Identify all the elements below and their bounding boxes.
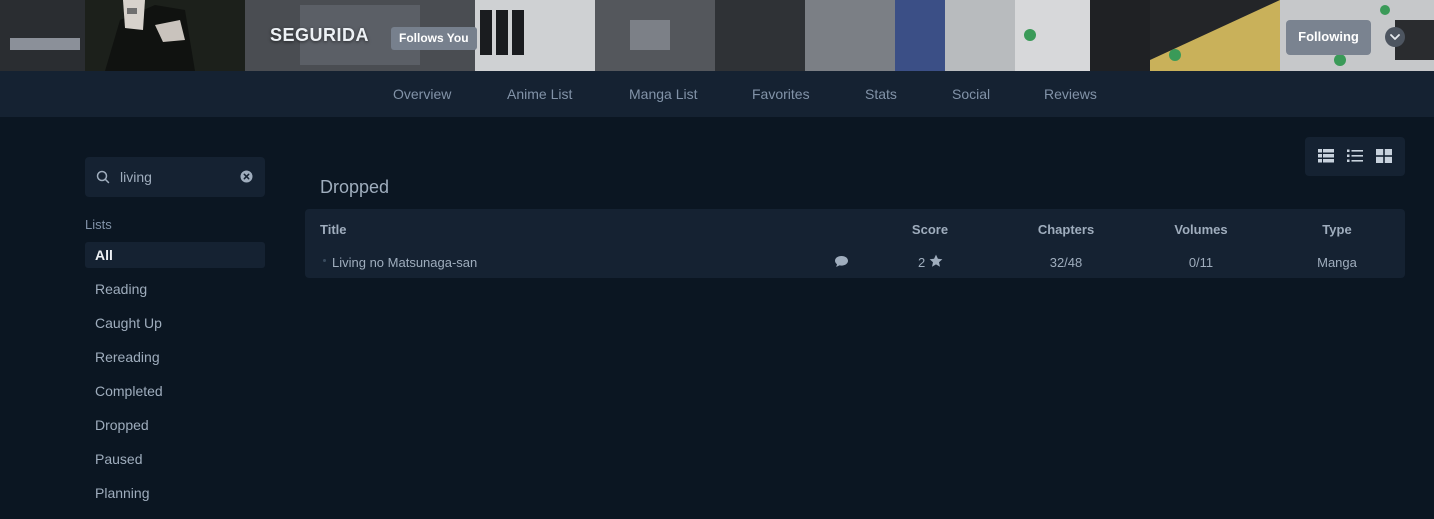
nav-stats[interactable]: Stats (865, 86, 897, 102)
list-filter-reading[interactable]: Reading (85, 276, 265, 302)
following-button[interactable]: Following (1286, 20, 1371, 55)
avatar[interactable] (85, 0, 245, 71)
list-filter-paused[interactable]: Paused (85, 446, 265, 472)
profile-nav: Overview Anime List Manga List Favorites… (0, 71, 1434, 117)
nav-favorites[interactable]: Favorites (752, 86, 810, 102)
list-view-icon[interactable] (1347, 149, 1363, 163)
avatar-image (85, 0, 245, 71)
media-list-table: Title Score Chapters Volumes Type Living… (305, 209, 1405, 278)
column-score: Score (911, 222, 949, 237)
entry-type: Manga (1317, 255, 1357, 270)
list-filter-rereading[interactable]: Rereading (85, 344, 265, 370)
clear-icon[interactable] (240, 170, 253, 183)
column-type: Type (1322, 222, 1352, 237)
section-title-dropped: Dropped (320, 177, 390, 197)
search-input[interactable] (120, 168, 230, 186)
profile-username: SEGURIDA (270, 25, 370, 45)
profile-menu-button[interactable] (1385, 27, 1405, 47)
column-volumes: Volumes (1174, 222, 1228, 237)
status-dot (323, 259, 326, 262)
follows-you-badge: Follows You (391, 27, 477, 50)
entry-volumes[interactable]: 0/11 (1189, 255, 1213, 270)
comment-icon[interactable] (834, 255, 849, 268)
entry-score: 2 (918, 255, 926, 270)
nav-reviews[interactable]: Reviews (1044, 86, 1097, 102)
nav-overview[interactable]: Overview (393, 86, 451, 102)
column-title: Title (320, 222, 347, 237)
grid-view-icon[interactable] (1376, 149, 1392, 163)
search-box (85, 157, 265, 197)
nav-social[interactable]: Social (952, 86, 990, 102)
list-filter-caught-up[interactable]: Caught Up (85, 310, 265, 336)
star-icon (929, 254, 943, 267)
view-toggle-group (1305, 137, 1405, 176)
list-filter-completed[interactable]: Completed (85, 378, 265, 404)
column-chapters: Chapters (1037, 222, 1095, 237)
list-filter-all[interactable]: All (85, 242, 265, 268)
chevron-down-icon (1390, 34, 1400, 40)
profile-banner: SEGURIDA Follows You Following (0, 0, 1434, 71)
list-filter-planning[interactable]: Planning (85, 480, 265, 506)
list-filter-dropped[interactable]: Dropped (85, 412, 265, 438)
search-icon (96, 170, 110, 184)
lists-heading: Lists (85, 217, 112, 232)
table-view-icon[interactable] (1318, 149, 1334, 163)
nav-anime-list[interactable]: Anime List (507, 86, 572, 102)
entry-title[interactable]: Living no Matsunaga-san (332, 255, 477, 270)
nav-manga-list[interactable]: Manga List (629, 86, 697, 102)
entry-chapters[interactable]: 32/48 (1050, 255, 1083, 270)
